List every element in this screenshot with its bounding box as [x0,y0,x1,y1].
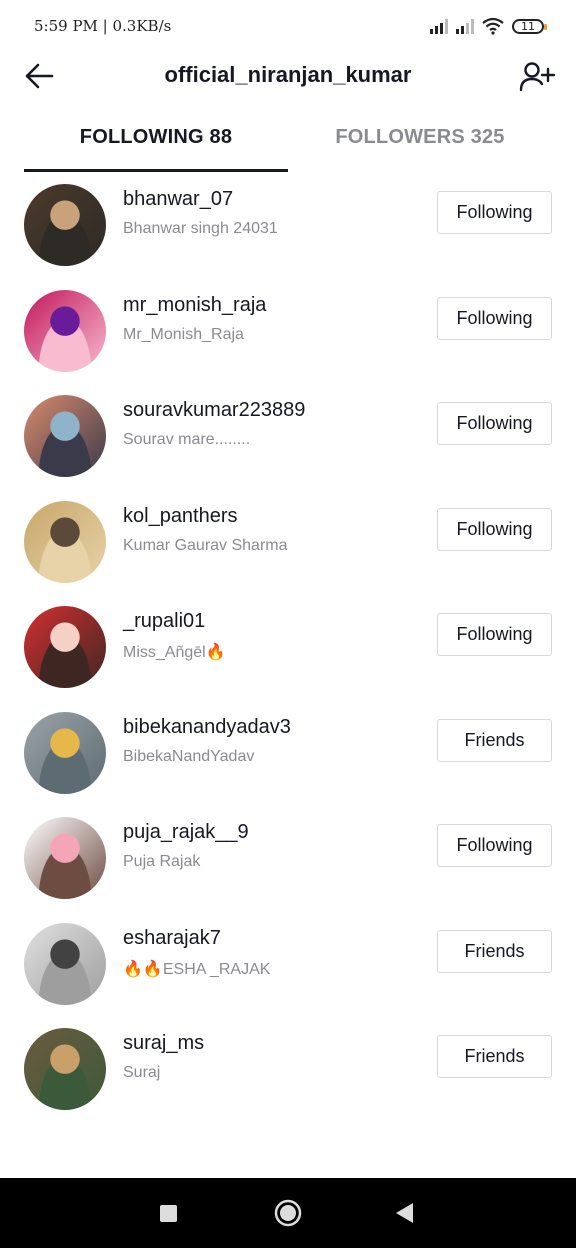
triangle-back-icon[interactable] [396,1203,413,1223]
nickname: Bhanwar singh 24031 [123,220,278,237]
following-button[interactable]: Following [437,191,552,234]
nickname: Sourav mare........ [123,431,251,448]
following-button[interactable]: Following [437,824,552,867]
nickname: Miss_Añgēl🔥 [123,644,226,661]
nickname: Puja Rajak [123,853,201,870]
tab-bar: FOLLOWING 88 FOLLOWERS 325 [0,112,576,172]
avatar[interactable] [24,817,106,899]
header: official_niranjan_kumar [0,52,576,100]
signal-icon [430,18,448,34]
following-button[interactable]: Following [437,402,552,445]
square-icon[interactable] [160,1205,177,1222]
avatar[interactable] [24,395,106,477]
username: souravkumar223889 [123,399,306,421]
avatar[interactable] [24,606,106,688]
circle-icon[interactable] [274,1199,302,1227]
username: esharajak7 [123,926,221,949]
status-time-speed: 5:59 PM | 0.3KB/s [34,17,172,35]
username: mr_monish_raja [123,293,267,316]
avatar[interactable] [24,922,106,1005]
tab-following[interactable]: FOLLOWING 88 [24,126,288,149]
status-bar: 5:59 PM | 0.3KB/s 11 [0,0,576,52]
nickname: Suraj [123,1064,161,1081]
avatar[interactable] [24,711,106,794]
username: kol_panthers [123,504,238,527]
following-button[interactable]: Following [437,507,552,551]
nickname: Kumar Gaurav Sharma [123,536,288,554]
nickname: Mr_Monish_Raja [123,325,244,343]
list-item[interactable]: mr_monish_raja Mr_Monish_Raja Following [0,278,576,383]
list-item[interactable]: kol_panthers Kumar Gaurav Sharma Followi… [0,489,576,594]
status-icons: 11 [430,16,547,36]
add-user-icon[interactable] [518,58,556,96]
signal-icon [456,18,474,34]
nickname: BibekaNandYadav [123,747,255,765]
username: _rupali01 [123,610,206,632]
username: bibekanandyadav3 [123,715,291,738]
system-nav-bar [0,1178,576,1248]
list-item[interactable]: bhanwar_07 Bhanwar singh 24031 Following [0,172,576,277]
avatar[interactable] [24,500,106,583]
avatar[interactable] [24,184,106,266]
tab-followers[interactable]: FOLLOWERS 325 [288,126,552,149]
wifi-icon [482,17,504,35]
battery-level: 11 [521,19,535,33]
page-title: official_niranjan_kumar [164,62,412,87]
battery-icon: 11 [512,18,547,34]
nickname: 🔥🔥ESHA _RAJAK [123,960,271,978]
friends-button[interactable]: Friends [437,718,552,762]
list-item[interactable]: suraj_ms Suraj Friends [0,1016,576,1121]
list-item[interactable]: esharajak7 🔥🔥ESHA _RAJAK Friends [0,911,576,1016]
following-button[interactable]: Following [437,613,552,656]
avatar[interactable] [24,289,106,372]
username: bhanwar_07 [123,188,234,210]
list-item[interactable]: puja_rajak__9 Puja Rajak Following [0,805,576,910]
list-item[interactable]: souravkumar223889 Sourav mare........ Fo… [0,383,576,488]
list-item[interactable]: bibekanandyadav3 BibekaNandYadav Friends [0,700,576,805]
username: puja_rajak__9 [123,821,249,843]
following-button[interactable]: Following [437,296,552,340]
list-item[interactable]: _rupali01 Miss_Añgēl🔥 Following [0,594,576,699]
friends-button[interactable]: Friends [437,929,552,973]
username: suraj_ms [123,1032,205,1054]
avatar[interactable] [24,1028,106,1110]
friends-button[interactable]: Friends [437,1035,552,1078]
